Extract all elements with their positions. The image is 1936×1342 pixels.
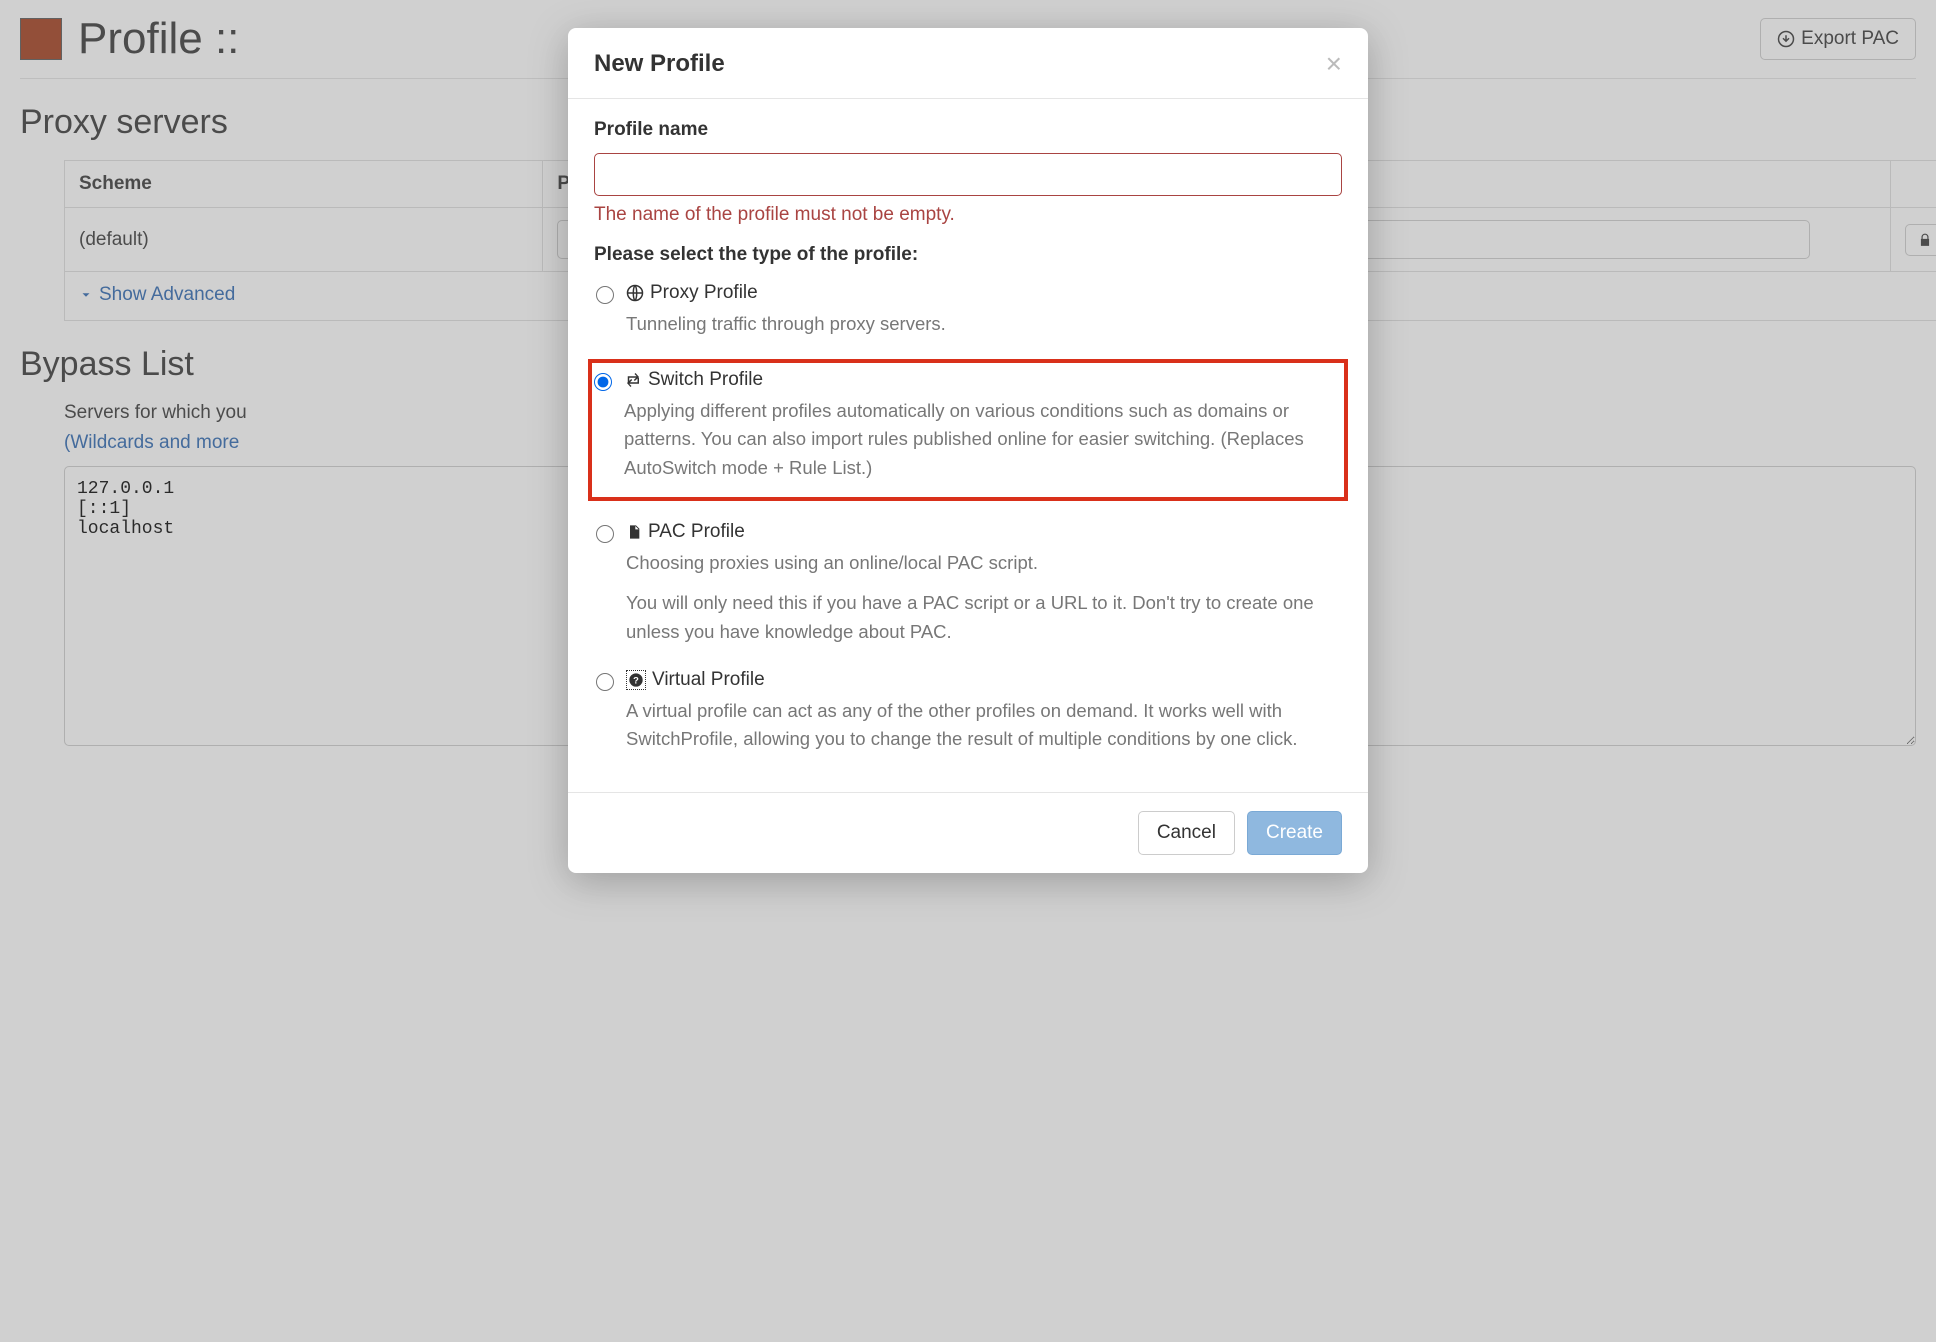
type-desc-virtual: A virtual profile can act as any of the … xyxy=(626,697,1340,754)
radio-virtual-profile[interactable] xyxy=(596,673,614,691)
profile-name-input[interactable] xyxy=(594,153,1342,196)
type-title-virtual: Virtual Profile xyxy=(652,669,765,691)
svg-text:?: ? xyxy=(633,675,639,685)
create-button[interactable]: Create xyxy=(1247,811,1342,855)
type-title-pac: PAC Profile xyxy=(648,521,745,543)
globe-icon xyxy=(626,284,644,302)
type-title-switch: Switch Profile xyxy=(648,369,763,391)
modal-title: New Profile xyxy=(594,50,725,78)
cancel-button[interactable]: Cancel xyxy=(1138,811,1235,855)
modal-backdrop: New Profile × Profile name The name of t… xyxy=(0,0,1936,1342)
radio-switch-profile[interactable] xyxy=(594,373,612,391)
type-option-pac[interactable]: PAC Profile Choosing proxies using an on… xyxy=(594,519,1342,649)
type-option-switch[interactable]: Switch Profile Applying different profil… xyxy=(588,359,1348,501)
type-desc-proxy: Tunneling traffic through proxy servers. xyxy=(626,310,1340,339)
radio-pac-profile[interactable] xyxy=(596,525,614,543)
type-title-proxy: Proxy Profile xyxy=(650,282,758,304)
close-icon[interactable]: × xyxy=(1326,50,1342,78)
type-desc-switch: Applying different profiles automaticall… xyxy=(624,397,1342,483)
radio-proxy-profile[interactable] xyxy=(596,286,614,304)
question-circle-icon: ? xyxy=(626,670,646,690)
new-profile-modal: New Profile × Profile name The name of t… xyxy=(568,28,1368,873)
type-option-proxy[interactable]: Proxy Profile Tunneling traffic through … xyxy=(594,280,1342,341)
type-desc-pac-1: Choosing proxies using an online/local P… xyxy=(626,549,1340,578)
retweet-icon xyxy=(624,371,642,389)
profile-name-error: The name of the profile must not be empt… xyxy=(594,204,1342,226)
type-option-virtual[interactable]: ? Virtual Profile A virtual profile can … xyxy=(594,667,1342,756)
profile-name-label: Profile name xyxy=(594,119,1342,141)
profile-type-label: Please select the type of the profile: xyxy=(594,244,1342,266)
type-desc-pac-2: You will only need this if you have a PA… xyxy=(626,589,1340,646)
file-icon xyxy=(626,523,642,541)
